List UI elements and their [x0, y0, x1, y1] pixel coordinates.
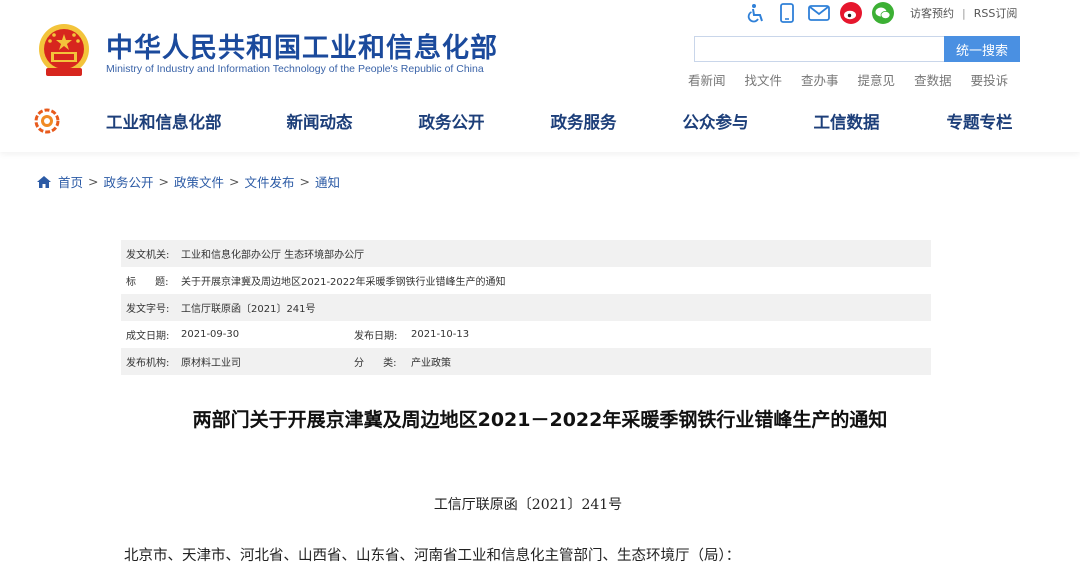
site-subtitle: Ministry of Industry and Information Tec…	[106, 63, 484, 75]
quick-link-complaint[interactable]: 要投诉	[971, 70, 1009, 89]
breadcrumb-notice[interactable]: 通知	[315, 172, 340, 191]
nav-item-ministry[interactable]: 工业和信息化部	[106, 109, 222, 133]
breadcrumb-separator: >	[299, 174, 310, 189]
breadcrumb-separator: >	[229, 174, 240, 189]
org-label: 发布机构:	[126, 358, 170, 369]
published-date-label: 发布日期:	[354, 331, 398, 342]
issuer-label: 发文机关:	[126, 250, 170, 261]
title-value: 关于开展京津冀及周边地区2021-2022年采暖季钢铁行业错峰生产的通知	[181, 277, 506, 288]
breadcrumb-document-release[interactable]: 文件发布	[245, 172, 295, 191]
weibo-icon[interactable]	[840, 2, 862, 24]
breadcrumb: 首页 > 政务公开 > 政策文件 > 文件发布 > 通知	[36, 172, 340, 191]
mobile-icon[interactable]	[776, 2, 798, 24]
info-row-title: 标 题: 关于开展京津冀及周边地区2021-2022年采暖季钢铁行业错峰生产的通…	[121, 267, 931, 294]
mail-icon[interactable]	[808, 2, 830, 24]
document-recipients: 北京市、天津市、河北省、山西省、山东省、河南省工业和信息化主管部门、生态环境厅（…	[124, 548, 741, 564]
ministry-logo-icon[interactable]	[34, 108, 60, 134]
quick-link-services[interactable]: 查办事	[801, 70, 839, 89]
top-links: 访客预约 | RSS订阅	[910, 5, 1017, 21]
created-date-label: 成文日期:	[126, 331, 170, 342]
category-label: 分 类:	[354, 358, 397, 369]
nav-item-participation[interactable]: 公众参与	[683, 109, 749, 133]
info-row-issuer: 发文机关: 工业和信息化部办公厅 生态环境部办公厅	[121, 240, 931, 267]
breadcrumb-separator: >	[158, 174, 169, 189]
breadcrumb-government-affairs[interactable]: 政务公开	[104, 172, 154, 191]
org-value: 原材料工业司	[181, 358, 241, 369]
document-info-table: 发文机关: 工业和信息化部办公厅 生态环境部办公厅 标 题: 关于开展京津冀及周…	[121, 240, 931, 375]
nav-item-government-affairs[interactable]: 政务公开	[419, 109, 485, 133]
site-title[interactable]: 中华人民共和国工业和信息化部	[106, 26, 498, 65]
breadcrumb-policy-documents[interactable]: 政策文件	[174, 172, 224, 191]
link-separator: |	[962, 7, 966, 20]
document-title: 两部门关于开展京津冀及周边地区2021－2022年采暖季钢铁行业错峰生产的通知	[192, 409, 888, 431]
site-header: 中华人民共和国工业和信息化部 Ministry of Industry and …	[0, 0, 1080, 152]
accessibility-icon[interactable]	[744, 2, 766, 24]
published-date-value: 2021-10-13	[411, 329, 470, 340]
issuer-value: 工业和信息化部办公厅 生态环境部办公厅	[181, 250, 365, 261]
rss-link[interactable]: RSS订阅	[974, 7, 1018, 20]
quick-link-news[interactable]: 看新闻	[688, 70, 726, 89]
category-value: 产业政策	[411, 358, 451, 369]
main-nav: 工业和信息化部 新闻动态 政务公开 政务服务 公众参与 工信数据 专题专栏	[86, 108, 1013, 134]
nav-item-data[interactable]: 工信数据	[814, 109, 880, 133]
created-date-value: 2021-09-30	[181, 329, 240, 340]
national-emblem-icon[interactable]	[36, 22, 92, 80]
home-icon[interactable]	[36, 174, 52, 190]
breadcrumb-separator: >	[88, 174, 99, 189]
info-row-dates: 成文日期: 2021-09-30 发布日期: 2021-10-13	[121, 321, 931, 348]
quick-link-files[interactable]: 找文件	[745, 70, 783, 89]
wechat-icon[interactable]	[872, 2, 894, 24]
quick-links: 看新闻 找文件 查办事 提意见 查数据 要投诉	[688, 70, 1027, 89]
info-row-org-category: 发布机构: 原材料工业司 分 类: 产业政策	[121, 348, 931, 375]
nav-item-services[interactable]: 政务服务	[551, 109, 617, 133]
breadcrumb-home[interactable]: 首页	[58, 172, 83, 191]
quick-link-data[interactable]: 查数据	[914, 70, 952, 89]
info-row-doc-number: 发文字号: 工信厅联原函〔2021〕241号	[121, 294, 931, 321]
doc-number-label: 发文字号:	[126, 304, 170, 315]
quick-link-feedback[interactable]: 提意见	[858, 70, 896, 89]
document-number: 工信厅联原函〔2021〕241号	[433, 497, 623, 513]
nav-item-topics[interactable]: 专题专栏	[947, 109, 1013, 133]
search-button[interactable]: 统一搜索	[944, 36, 1020, 62]
nav-item-news[interactable]: 新闻动态	[287, 109, 353, 133]
title-label: 标 题:	[126, 277, 169, 288]
tool-icons	[744, 2, 904, 24]
doc-number-value: 工信厅联原函〔2021〕241号	[181, 304, 316, 315]
search-input[interactable]	[694, 36, 946, 62]
visitor-appointment-link[interactable]: 访客预约	[910, 7, 954, 20]
